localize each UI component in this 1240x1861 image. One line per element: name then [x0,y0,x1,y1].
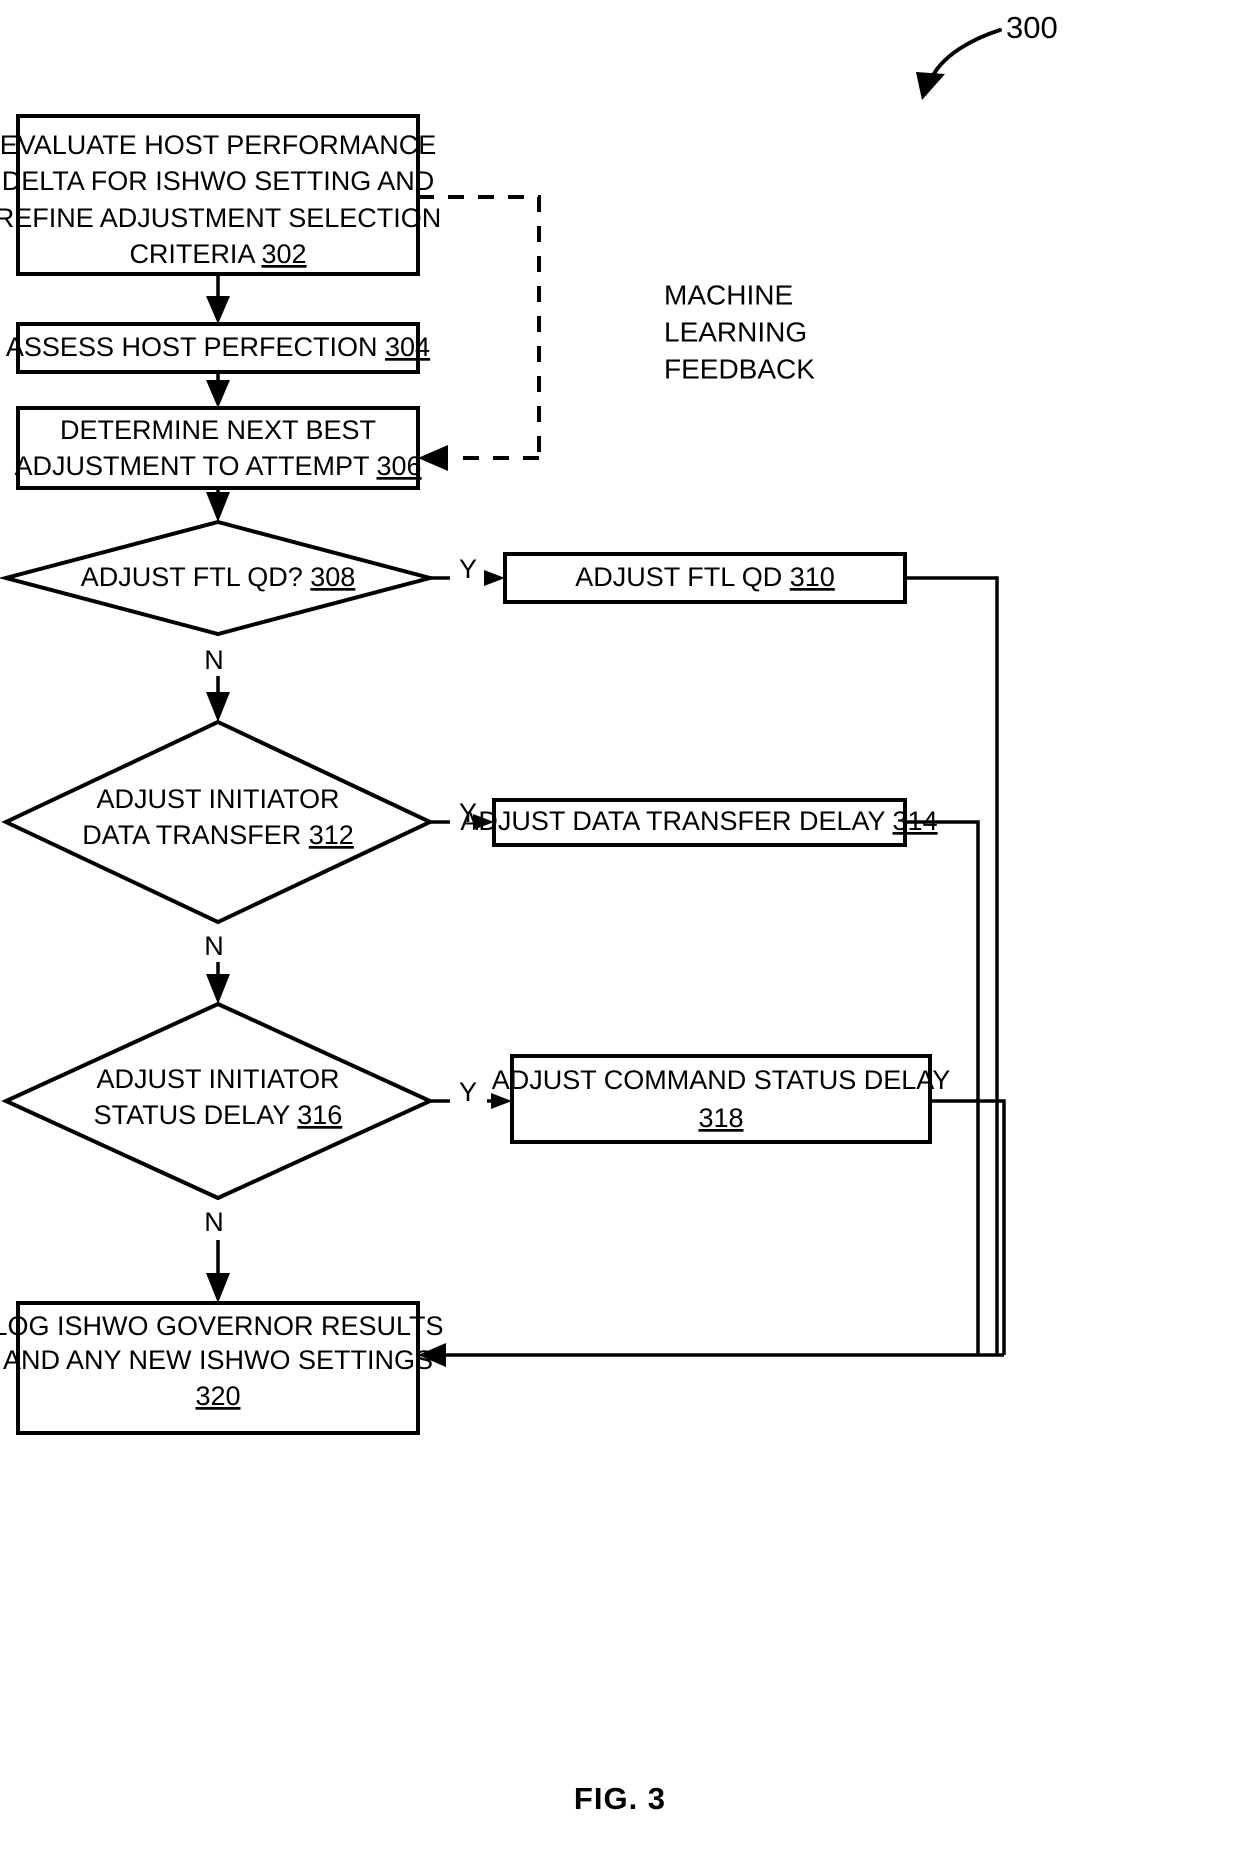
node-318: ADJUST COMMAND STATUS DELAY 318 [492,1054,951,1144]
node-302: EVALUATE HOST PERFORMANCE DELTA FOR ISHW… [0,114,441,276]
edge-302-to-304 [206,274,230,324]
patent-figure: 300 EVALUATE HOST PERFORMANCE DELTA FOR … [0,0,1240,1861]
edge-308-yes-label: Y [459,554,477,584]
ml-feedback-line1: MACHINE [664,279,793,310]
node-314-label: ADJUST DATA TRANSFER DELAY 314 [460,806,937,836]
edge-316-yes-label: Y [459,1077,477,1107]
node-312: ADJUST INITIATOR DATA TRANSFER 312 [1,719,435,925]
edge-308-no-to-312: N [204,645,230,722]
node-306-line2: ADJUSTMENT TO ATTEMPT 306 [14,451,421,481]
edge-316-no-label: N [204,1207,224,1237]
node-304-label: ASSESS HOST PERFECTION 304 [6,332,430,362]
machine-learning-feedback-label: MACHINE LEARNING FEEDBACK [664,279,815,384]
ml-feedback-line3: FEEDBACK [664,353,815,384]
node-308-label: ADJUST FTL QD? 308 [81,562,356,592]
edge-304-to-306 [206,372,230,408]
node-306: DETERMINE NEXT BEST ADJUSTMENT TO ATTEMP… [14,406,422,490]
ml-feedback-line2: LEARNING [664,316,807,347]
node-316-line2: STATUS DELAY 316 [94,1100,343,1130]
flowchart-canvas: 300 EVALUATE HOST PERFORMANCE DELTA FOR … [0,10,1058,1816]
edge-308-no-label: N [204,645,224,675]
edge-312-no-label: N [204,931,224,961]
feedback-arrowhead [418,445,448,471]
node-310: ADJUST FTL QD 310 [503,552,907,604]
callout-arrowhead [916,72,945,100]
node-314: ADJUST DATA TRANSFER DELAY 314 [460,798,938,847]
node-302-line3: REFINE ADJUSTMENT SELECTION [0,203,441,233]
node-302-line2: DELTA FOR ISHWO SETTING AND [2,166,435,196]
node-310-label: ADJUST FTL QD 310 [575,562,835,592]
edge-312-no-to-316: N [204,931,230,1004]
node-320-line1: LOG ISHWO GOVERNOR RESULTS [0,1311,444,1341]
node-320-line2: AND ANY NEW ISHWO SETTINGS [3,1345,433,1375]
node-302-line4: CRITERIA 302 [129,239,306,269]
edge-308-yes-to-310: Y [430,554,505,586]
node-312-line2: DATA TRANSFER 312 [82,820,354,850]
edge-316-no-to-320: N [204,1207,230,1303]
node-306-line1: DETERMINE NEXT BEST [60,415,376,445]
node-318-line1: ADJUST COMMAND STATUS DELAY [492,1065,951,1095]
node-320-number: 320 [195,1381,240,1411]
node-308: ADJUST FTL QD? 308 [0,519,438,637]
figure-reference-callout: 300 [916,10,1058,100]
machine-learning-feedback-path [418,195,541,471]
figure-caption: FIG. 3 [574,1781,666,1816]
figure-reference-number: 300 [1006,10,1058,45]
node-302-line1: EVALUATE HOST PERFORMANCE [0,130,436,160]
node-304: ASSESS HOST PERFECTION 304 [6,322,430,374]
node-312-line1: ADJUST INITIATOR [96,784,339,814]
node-316: ADJUST INITIATOR STATUS DELAY 316 [1,1001,435,1201]
node-320: LOG ISHWO GOVERNOR RESULTS AND ANY NEW I… [0,1301,444,1435]
node-316-line1: ADJUST INITIATOR [96,1064,339,1094]
node-318-number: 318 [698,1103,743,1133]
return-rails-to-320 [418,576,1006,1367]
edge-306-to-308 [206,488,230,522]
